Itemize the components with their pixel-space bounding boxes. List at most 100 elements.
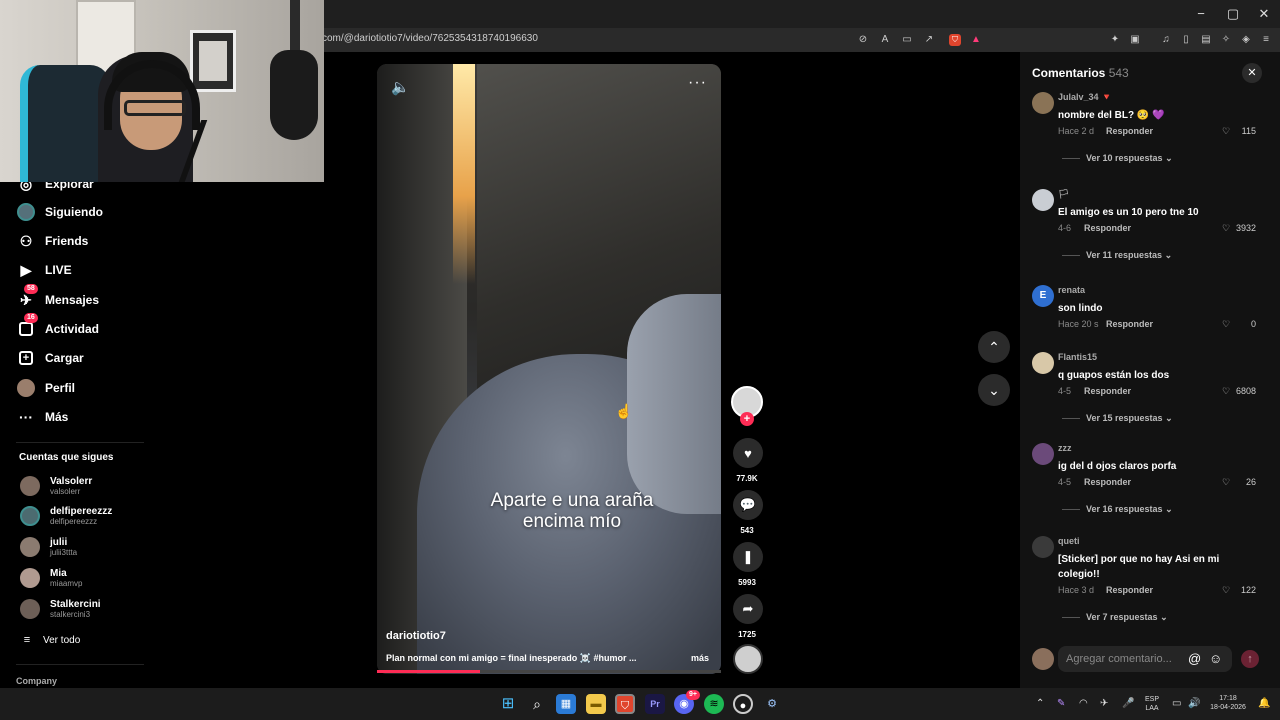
sidebar-item-siguiendo[interactable]: Siguiendo	[16, 202, 103, 222]
close-comments-button[interactable]: ✕	[1242, 63, 1262, 83]
brave-browser-icon[interactable]: ⛉	[615, 694, 635, 714]
steam-icon[interactable]: ⚙	[762, 694, 782, 714]
sidebar-item-mas[interactable]: ··· Más	[16, 407, 68, 427]
company-link[interactable]: Company	[16, 676, 57, 686]
following-account[interactable]: julii julii3ttta	[20, 535, 77, 559]
view-replies-label: Ver 16 respuestas	[1086, 504, 1163, 514]
clock[interactable]: 17:18 18-04-2026	[1204, 694, 1252, 712]
pen-icon[interactable]: ✎	[1057, 698, 1065, 709]
obs-icon[interactable]: ●	[733, 694, 753, 714]
view-replies-button[interactable]: Ver 15 respuestas ⌄	[1062, 413, 1173, 424]
like-heart-icon[interactable]: ♥	[733, 438, 763, 468]
previous-video-button[interactable]: ⌃	[978, 331, 1010, 363]
avatar[interactable]	[1032, 536, 1054, 558]
video-author[interactable]: dariotiotio7	[386, 630, 446, 642]
reply-button[interactable]: Responder	[1106, 319, 1153, 329]
translate-icon[interactable]: A	[879, 34, 891, 46]
avatar[interactable]	[1032, 92, 1054, 114]
comment-icon[interactable]: 💬	[733, 490, 763, 520]
media-icon[interactable]: ♫	[1160, 34, 1172, 46]
avatar[interactable]: E	[1032, 285, 1054, 307]
volume-icon[interactable]: 🔈	[391, 78, 410, 96]
comment-username[interactable]: renata	[1058, 285, 1085, 295]
following-account[interactable]: Valsolerr valsolerr	[20, 474, 92, 498]
more-options-icon[interactable]: ···	[688, 74, 707, 92]
reply-button[interactable]: Responder	[1106, 126, 1153, 136]
sidebar-item-friends[interactable]: ⚇ Friends	[16, 231, 89, 251]
view-replies-label: Ver 15 respuestas	[1086, 413, 1163, 423]
sidebar-item-mensajes[interactable]: ✈ 58 Mensajes	[16, 284, 99, 310]
discord-icon[interactable]: ◉ 9+	[674, 690, 700, 714]
extensions-icon[interactable]: ✦	[1109, 34, 1121, 46]
windows-start-icon[interactable]: ⊞	[498, 694, 518, 714]
brave-shield-icon[interactable]: ⛉	[949, 34, 961, 46]
volume-tray-icon[interactable]: 🔊	[1188, 698, 1200, 709]
cast-icon[interactable]: ▭	[901, 34, 913, 46]
music-disc-avatar[interactable]	[733, 644, 763, 674]
leo-icon[interactable]: ✧	[1220, 34, 1232, 46]
sidebar-item-label: Más	[45, 410, 69, 424]
following-account[interactable]: Stalkercini stalkercini3	[20, 597, 101, 621]
see-all-button[interactable]: ≡ Ver todo	[20, 630, 80, 650]
vpn-icon[interactable]: ◈	[1240, 34, 1252, 46]
language-indicator[interactable]: ESP LAA	[1141, 695, 1163, 713]
avatar[interactable]	[1032, 443, 1054, 465]
comment-username[interactable]: zzz	[1058, 443, 1072, 453]
comment-username[interactable]: 🏳	[1058, 189, 1069, 200]
share-arrow-icon[interactable]: ➦	[733, 594, 763, 624]
minimize-button[interactable]: −	[1186, 4, 1216, 24]
sidebar-item-actividad[interactable]: 16 Actividad	[16, 313, 99, 339]
steam-tray-icon[interactable]: ✈	[1100, 698, 1108, 709]
share-icon[interactable]: ↗	[923, 34, 935, 46]
account-name: Mia	[50, 568, 67, 579]
comment-username[interactable]: Julalv_34 🔻	[1058, 92, 1112, 103]
bookmark-icon[interactable]: ❚	[733, 542, 763, 572]
emoji-icon[interactable]: ☺	[1209, 651, 1222, 666]
menu-icon[interactable]: ≡	[1260, 34, 1272, 46]
mention-icon[interactable]: @	[1188, 651, 1201, 666]
file-explorer-icon[interactable]: ▬	[586, 694, 606, 714]
comment-input[interactable]	[1058, 646, 1232, 672]
headset-icon[interactable]: ◠	[1079, 698, 1088, 709]
reply-button[interactable]: Responder	[1084, 477, 1131, 487]
wallet-icon[interactable]: ▤	[1200, 34, 1212, 46]
premiere-pro-icon[interactable]: Pr	[645, 694, 665, 714]
avatar[interactable]	[1032, 189, 1054, 211]
microphone-icon[interactable]: 🎤	[1122, 698, 1134, 709]
comment-username[interactable]: Flantis15	[1058, 352, 1097, 362]
view-replies-button[interactable]: Ver 11 respuestas ⌄	[1062, 250, 1172, 261]
next-video-button[interactable]: ⌄	[978, 374, 1010, 406]
spotify-icon[interactable]: ≋	[704, 694, 724, 714]
video-progress-bar[interactable]	[377, 670, 721, 673]
no-tracking-icon[interactable]: ⊘	[857, 34, 869, 46]
notifications-icon[interactable]: 🔔	[1258, 698, 1270, 709]
following-account[interactable]: Mia miaamvp	[20, 566, 82, 590]
sidebar-item-cargar[interactable]: + Cargar	[16, 348, 84, 368]
screenshot-icon[interactable]: ▣	[1129, 34, 1141, 46]
tray-overflow-icon[interactable]: ⌃	[1036, 698, 1044, 709]
view-replies-button[interactable]: Ver 7 respuestas ⌄	[1062, 612, 1168, 623]
more-description-button[interactable]: más	[691, 653, 709, 663]
network-icon[interactable]: ▭	[1172, 698, 1181, 709]
sidebar-toggle-icon[interactable]: ▯	[1180, 34, 1192, 46]
sidebar-item-perfil[interactable]: Perfil	[16, 378, 75, 398]
reply-button[interactable]: Responder	[1106, 585, 1153, 595]
view-replies-button[interactable]: Ver 16 respuestas ⌄	[1062, 504, 1173, 515]
comment-time: 4-5	[1058, 386, 1072, 396]
reply-button[interactable]: Responder	[1084, 223, 1131, 233]
sidebar-item-live[interactable]: ▶ LIVE	[16, 260, 72, 280]
url-text[interactable]: com/@dariotiotio7/video/7625354318740196…	[322, 33, 538, 44]
avatar[interactable]	[1032, 352, 1054, 374]
reply-button[interactable]: Responder	[1084, 386, 1131, 396]
brave-rewards-icon[interactable]: ▲	[970, 34, 982, 46]
comment-username[interactable]: queti	[1058, 536, 1080, 546]
following-account[interactable]: delfipereezzz delfipereezzz	[20, 504, 112, 528]
maximize-button[interactable]: ▢	[1218, 4, 1248, 24]
send-button[interactable]: ↑	[1241, 650, 1259, 668]
follow-plus-icon[interactable]: +	[740, 412, 754, 426]
search-icon[interactable]: ⌕	[527, 694, 547, 714]
close-window-button[interactable]: ✕	[1249, 4, 1279, 24]
widgets-icon[interactable]: ▦	[556, 694, 576, 714]
view-replies-button[interactable]: Ver 10 respuestas ⌄	[1062, 153, 1173, 164]
video-player[interactable]: Aparte e una araña encima mío 🔈 ··· dari…	[377, 64, 721, 674]
